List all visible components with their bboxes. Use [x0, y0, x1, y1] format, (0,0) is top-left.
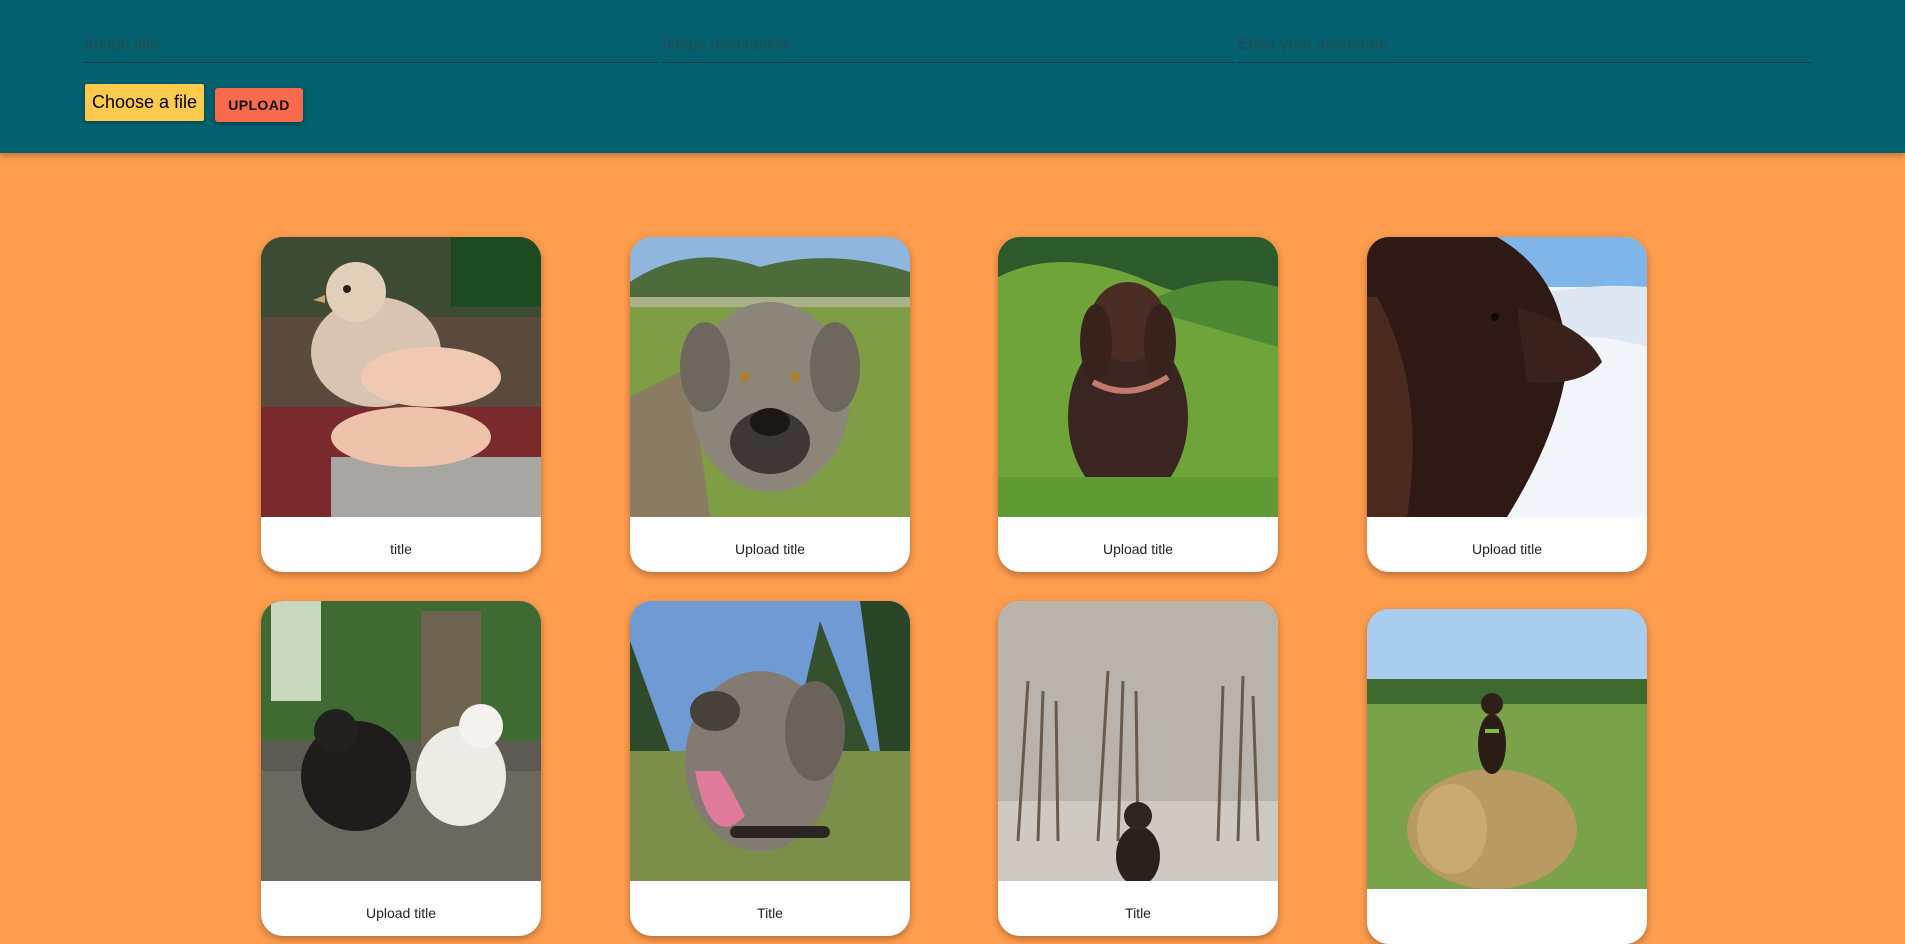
gallery-card[interactable]: Upload title	[261, 601, 541, 936]
username-field[interactable]	[1238, 28, 1812, 63]
grey-dog-photo	[630, 237, 910, 517]
card-title: Upload title	[734, 541, 806, 557]
gallery-card[interactable]	[1367, 609, 1647, 944]
card-title	[1367, 889, 1647, 944]
gallery-card[interactable]: Upload title	[630, 237, 910, 572]
card-title: Title	[757, 905, 783, 921]
hay-bale-dog-photo	[1367, 609, 1647, 889]
gallery-card[interactable]: title	[261, 237, 541, 572]
silkie-chickens-photo	[261, 601, 541, 881]
choose-file-button[interactable]: Choose a file	[85, 84, 204, 121]
card-title: Title	[1125, 905, 1151, 921]
image-title-field[interactable]	[85, 28, 657, 63]
username-input[interactable]	[1238, 32, 1812, 58]
image-description-input[interactable]	[662, 32, 1234, 58]
spaniel-snow-photo	[1367, 237, 1647, 517]
happy-dog-photo	[630, 601, 910, 881]
gallery-card[interactable]: Upload title	[998, 237, 1278, 572]
gallery-card[interactable]: Upload title	[1367, 237, 1647, 572]
card-title: Upload title	[1471, 541, 1543, 557]
upload-header: Choose a file UPLOAD	[0, 0, 1905, 153]
image-title-input[interactable]	[85, 32, 657, 58]
card-title: Upload title	[365, 905, 437, 921]
spaniel-hills-photo	[998, 237, 1278, 517]
card-title: title	[390, 541, 412, 557]
chick-photo	[261, 237, 541, 517]
gallery-card[interactable]: Title	[630, 601, 910, 936]
upload-button[interactable]: UPLOAD	[215, 88, 303, 122]
gallery-card[interactable]: Title	[998, 601, 1278, 936]
beach-dog-photo	[998, 601, 1278, 881]
card-title: Upload title	[1102, 541, 1174, 557]
image-description-field[interactable]	[662, 28, 1234, 63]
